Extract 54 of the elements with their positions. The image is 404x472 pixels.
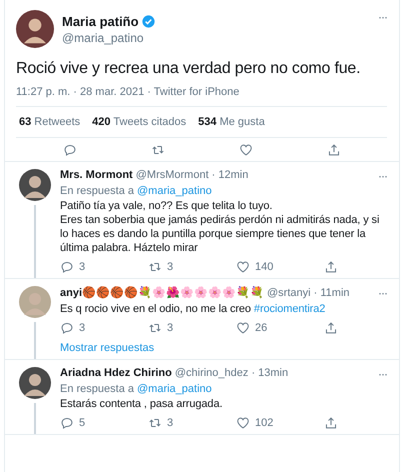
retweet-count: 3: [167, 261, 174, 273]
mention-link[interactable]: @maria_patino: [137, 383, 212, 395]
retweet-count: 3: [167, 322, 174, 334]
like-count: 102: [255, 417, 274, 429]
user-name[interactable]: Ariadna Hdez Chirino: [60, 367, 172, 379]
share-icon[interactable]: [324, 260, 338, 274]
more-icon[interactable]: ···: [378, 367, 387, 381]
user-name[interactable]: Mrs. Mormont: [60, 169, 133, 181]
replying-label: En respuesta a: [60, 185, 134, 197]
like-icon[interactable]: [236, 260, 250, 274]
replying-label: En respuesta a: [60, 383, 134, 395]
retweet-icon[interactable]: [148, 321, 162, 335]
stat-link[interactable]: 534 Me gusta: [198, 116, 265, 128]
like-count: 140: [255, 261, 274, 273]
reply-count: 3: [79, 322, 86, 334]
reply-text: Es q rocio vive en el odio, no me la creo: [60, 303, 251, 315]
avatar-icon[interactable]: [19, 367, 51, 399]
reply-text: Patiño tía ya vale, no?? Es que telita lo tuyo. Eres tan soberbia que jamás pedirás perdón ni admitirás nada, y si lo haces es dando la puntilla porque siempre tienes que tener la última palabra. Háztelo mirar: [60, 200, 380, 254]
retweet-icon[interactable]: [148, 416, 162, 430]
user-name[interactable]: anyi🏀🏀🏀🏀💐🌸🌺🌸🌸🌸🌸💐💐: [60, 286, 264, 299]
show-replies-link[interactable]: Mostrar respuestas: [60, 342, 154, 354]
hashtag-link[interactable]: #rociomentira2: [254, 303, 326, 315]
stat-link[interactable]: 63 Retweets: [19, 116, 80, 128]
avatar-icon[interactable]: [19, 169, 51, 201]
more-icon[interactable]: ···: [378, 169, 387, 183]
reply-icon[interactable]: [60, 321, 74, 335]
user-name[interactable]: Maria patiño: [62, 14, 139, 28]
share-icon[interactable]: [324, 416, 338, 430]
reply-icon[interactable]: [60, 260, 74, 274]
user-handle[interactable]: @MrsMormont · 12min: [136, 169, 248, 181]
stat-link[interactable]: 420 Tweets citados: [92, 116, 186, 128]
share-icon[interactable]: [324, 321, 338, 335]
user-handle[interactable]: @chirino_hdez · 13min: [174, 367, 288, 379]
reply-count: 3: [79, 261, 86, 273]
user-handle[interactable]: @maria_patino: [62, 30, 370, 44]
tweet-meta: 11:27 p. m. · 28 mar. 2021 · Twitter for iPhone: [16, 86, 387, 107]
share-icon[interactable]: [327, 143, 341, 157]
user-handle[interactable]: @srtanyi · 11min: [267, 287, 350, 299]
retweet-count: 3: [167, 417, 174, 429]
mention-link[interactable]: @maria_patino: [137, 185, 212, 197]
like-icon[interactable]: [239, 143, 253, 157]
avatar-icon[interactable]: [16, 10, 54, 48]
retweet-icon[interactable]: [148, 260, 162, 274]
reply-icon[interactable]: [63, 143, 77, 157]
tweet-text: Roció vive y recrea una verdad pero no como fue.: [16, 60, 362, 78]
like-icon[interactable]: [236, 321, 250, 335]
reply-icon[interactable]: [60, 416, 74, 430]
reply-count: 5: [79, 417, 86, 429]
like-icon[interactable]: [236, 416, 250, 430]
reply-text: Estarás contenta , pasa arrugada.: [60, 398, 222, 410]
more-icon[interactable]: ···: [378, 10, 387, 24]
retweet-icon[interactable]: [151, 143, 165, 157]
more-icon[interactable]: ···: [378, 286, 387, 300]
like-count: 26: [255, 322, 268, 334]
